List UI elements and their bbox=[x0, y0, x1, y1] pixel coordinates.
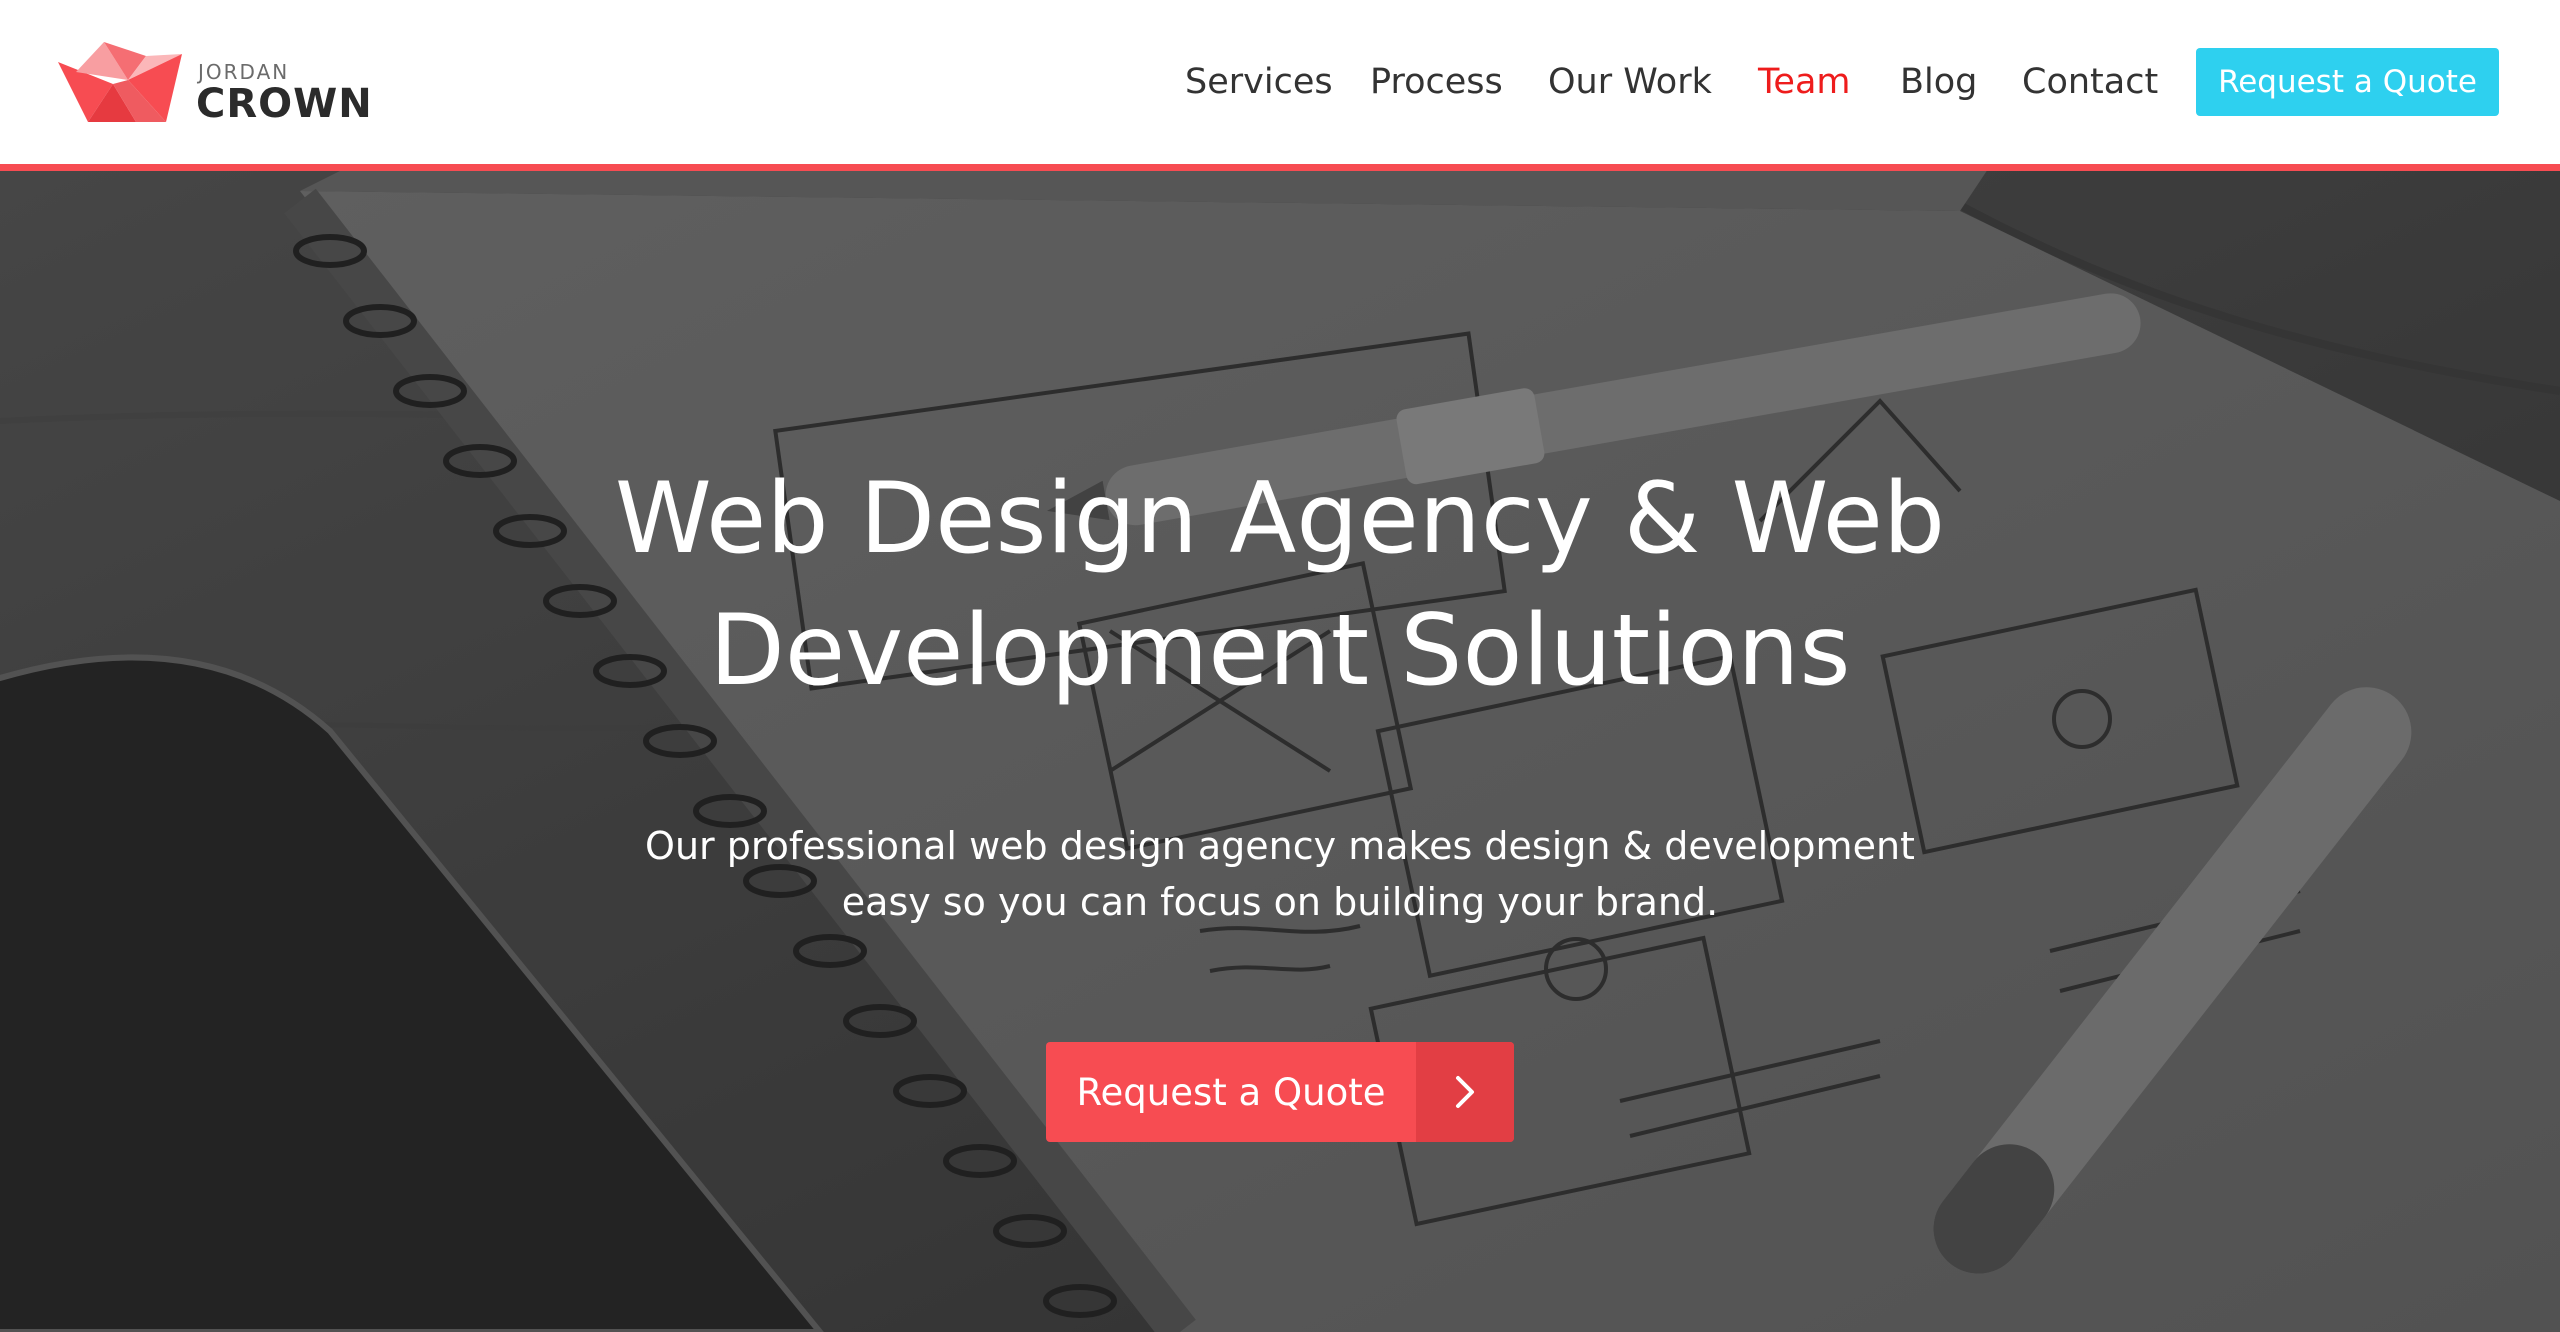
hero-title-line-2: Development Solutions bbox=[709, 594, 1851, 708]
site-header: JORDAN CROWN Services Process Our Work T… bbox=[0, 0, 2560, 164]
hero-title-line-1: Web Design Agency & Web bbox=[614, 462, 1946, 576]
hero-cta-label: Request a Quote bbox=[1076, 1070, 1386, 1114]
hero-subtitle-line-2: easy so you can focus on building your b… bbox=[841, 880, 1719, 924]
nav-item-contact[interactable]: Contact bbox=[2022, 58, 2158, 106]
crown-logo-icon bbox=[58, 42, 182, 122]
header-request-quote-button[interactable]: Request a Quote bbox=[2196, 48, 2499, 116]
hero-background-image bbox=[0, 171, 2560, 1332]
nav-item-team[interactable]: Team bbox=[1758, 58, 1851, 106]
chevron-right-icon bbox=[1416, 1042, 1514, 1142]
hero-subtitle-line-1: Our professional web design agency makes… bbox=[645, 824, 1915, 868]
nav-item-our-work[interactable]: Our Work bbox=[1548, 58, 1712, 106]
hero-request-quote-button[interactable]: Request a Quote bbox=[1046, 1042, 1514, 1142]
brand-top-word: JORDAN bbox=[198, 60, 290, 84]
brand-logo[interactable]: JORDAN CROWN bbox=[58, 42, 378, 126]
brand-bottom-word: CROWN bbox=[196, 81, 373, 127]
nav-item-blog[interactable]: Blog bbox=[1900, 58, 1977, 106]
header-accent-rule bbox=[0, 164, 2560, 171]
nav-item-process[interactable]: Process bbox=[1370, 58, 1503, 106]
hero-title: Web Design Agency & Web Development Solu… bbox=[380, 453, 2180, 717]
hero-subtitle: Our professional web design agency makes… bbox=[480, 818, 2080, 930]
nav-item-services[interactable]: Services bbox=[1185, 58, 1333, 106]
hero-section: Web Design Agency & Web Development Solu… bbox=[0, 171, 2560, 1332]
